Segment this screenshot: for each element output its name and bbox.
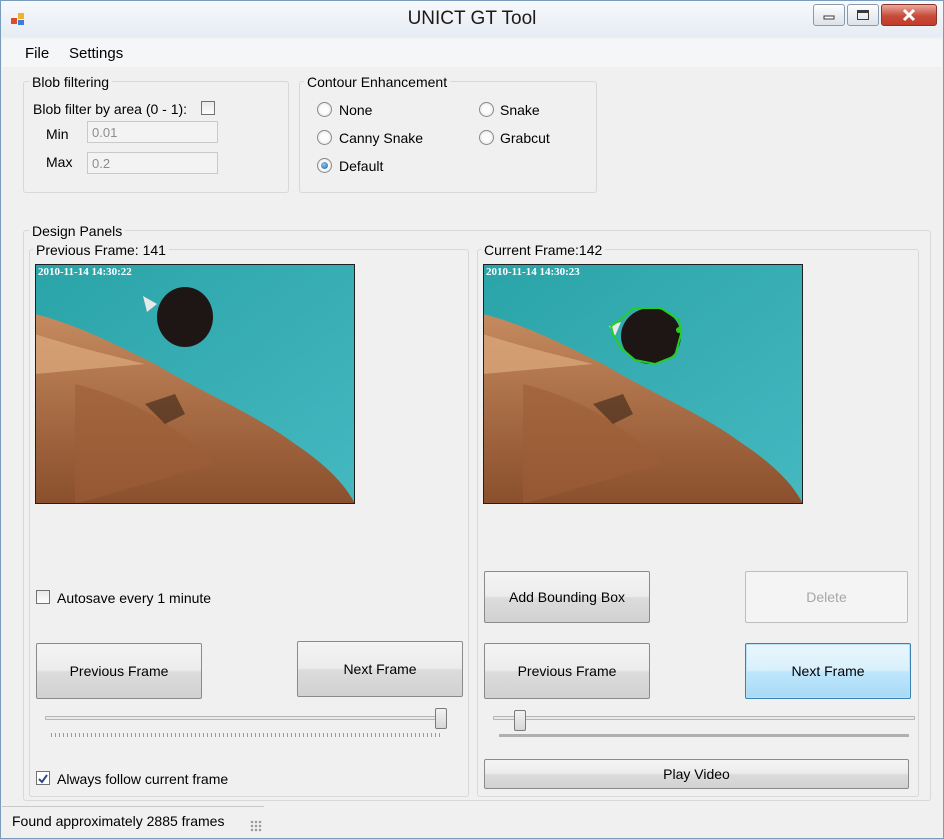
max-field[interactable]: [87, 152, 218, 174]
blob-filter-checkbox[interactable]: [201, 101, 215, 115]
previous-frame-label: Previous Frame: 141: [33, 242, 169, 258]
design-panels-title: Design Panels: [29, 223, 126, 239]
radio-canny-snake-label: Canny Snake: [339, 130, 424, 146]
radio-snake-label: Snake: [500, 102, 540, 118]
close-button[interactable]: [881, 4, 937, 26]
radio-selected-dot: [321, 162, 328, 169]
right-next-frame-button[interactable]: Next Frame: [745, 643, 911, 699]
max-label: Max: [46, 154, 73, 170]
follow-current-frame-checkbox[interactable]: [36, 771, 50, 785]
resize-grip-icon[interactable]: [250, 820, 262, 832]
menu-settings[interactable]: Settings: [68, 45, 124, 62]
radio-none[interactable]: [317, 102, 332, 117]
current-frame-timestamp: 2010-11-14 14:30:23: [486, 266, 580, 278]
left-slider-thumb[interactable]: [435, 708, 447, 729]
right-slider-track[interactable]: [493, 716, 915, 720]
left-next-frame-button[interactable]: Next Frame: [297, 641, 463, 697]
radio-default[interactable]: [317, 158, 332, 173]
radio-snake[interactable]: [479, 102, 494, 117]
left-previous-frame-button[interactable]: Previous Frame: [36, 643, 202, 699]
autosave-checkbox[interactable]: [36, 590, 50, 604]
current-frame-image: 2010-11-14 14:30:23: [483, 264, 803, 504]
radio-default-label: Default: [339, 158, 384, 174]
underwater-scene-image: 2010-11-14 14:30:22: [35, 264, 355, 504]
minimize-button[interactable]: [813, 4, 845, 26]
follow-current-frame-label: Always follow current frame: [57, 771, 229, 787]
underwater-scene-image-current: 2010-11-14 14:30:23: [483, 264, 803, 504]
status-divider: [2, 806, 264, 808]
maximize-button[interactable]: [847, 4, 879, 26]
current-frame-label: Current Frame:142: [481, 242, 606, 258]
checkmark-icon: [38, 774, 48, 784]
contour-enhancement-title: Contour Enhancement: [304, 74, 451, 90]
radio-canny-snake[interactable]: [317, 130, 332, 145]
radio-grabcut[interactable]: [479, 130, 494, 145]
previous-frame-image: 2010-11-14 14:30:22: [35, 264, 355, 504]
status-text: Found approximately 2885 frames: [12, 813, 225, 829]
menu-bar: File Settings: [2, 39, 942, 67]
blob-filter-label: Blob filter by area (0 - 1):: [33, 101, 188, 117]
add-bounding-box-button[interactable]: Add Bounding Box: [484, 571, 650, 623]
left-slider-ticks: [51, 733, 443, 737]
close-icon: [902, 8, 916, 22]
min-label: Min: [46, 126, 69, 142]
radio-grabcut-label: Grabcut: [500, 130, 550, 146]
minimize-icon: [823, 15, 835, 20]
left-slider-track[interactable]: [45, 716, 447, 720]
right-slider-thumb[interactable]: [513, 710, 526, 731]
status-bar: Found approximately 2885 frames: [2, 806, 942, 838]
main-window: UNICT GT Tool File Settings Blob filteri…: [0, 0, 944, 839]
blob-filtering-title: Blob filtering: [29, 74, 113, 90]
play-video-button[interactable]: Play Video: [484, 759, 909, 789]
menu-file[interactable]: File: [24, 45, 50, 62]
autosave-label: Autosave every 1 minute: [57, 590, 212, 606]
title-bar[interactable]: UNICT GT Tool: [1, 1, 943, 37]
window-title: UNICT GT Tool: [407, 8, 537, 29]
previous-frame-timestamp: 2010-11-14 14:30:22: [38, 266, 132, 278]
radio-none-label: None: [339, 102, 373, 118]
min-field[interactable]: [87, 121, 218, 143]
right-previous-frame-button[interactable]: Previous Frame: [484, 643, 650, 699]
delete-button[interactable]: Delete: [745, 571, 908, 623]
maximize-icon: [857, 10, 869, 20]
right-slider-tickbar: [499, 734, 909, 737]
